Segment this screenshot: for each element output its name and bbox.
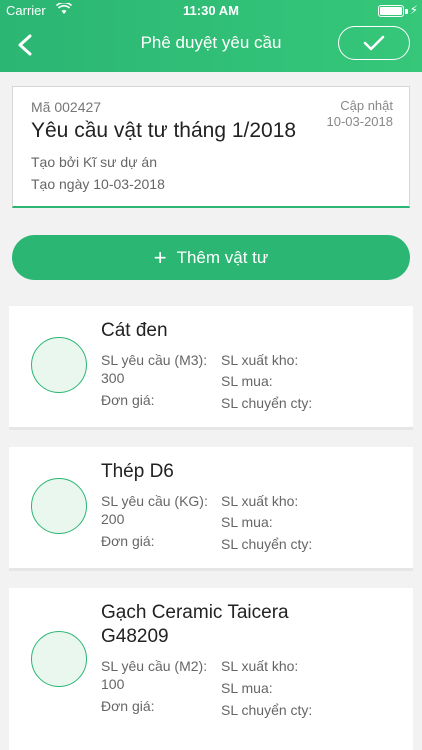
item-qty-value: 200	[101, 511, 125, 527]
approve-button[interactable]	[338, 26, 410, 60]
list-item[interactable]: Thép D6 SL yêu cầu (KG): 200 Đơn giá: SL…	[9, 447, 413, 571]
status-bar: Carrier 11:30 AM ⚡	[0, 0, 422, 22]
item-qty-label: SL yêu cầu (M2):	[101, 658, 208, 674]
list-item[interactable]: Gạch Ceramic Taicera G48209 SL yêu cầu (…	[9, 588, 413, 750]
item-transfer-label: SL chuyển cty:	[221, 536, 313, 552]
item-qty-label: SL yêu cầu (KG):	[101, 493, 208, 509]
item-name-line2: G48209	[101, 626, 169, 647]
item-name: Gạch Ceramic Taicera	[101, 602, 289, 623]
item-price-label: Đơn giá:	[101, 392, 155, 408]
add-material-label: Thêm vật tư	[176, 247, 269, 267]
item-qty-label: SL yêu cầu (M3):	[101, 352, 208, 368]
item-qty-value: 100	[101, 676, 125, 692]
item-transfer-label: SL chuyển cty:	[221, 702, 313, 718]
updated-label: Cập nhật	[340, 98, 393, 113]
plus-icon: +	[153, 244, 167, 270]
item-price-label: Đơn giá:	[101, 533, 155, 549]
item-checkbox-circle[interactable]	[31, 337, 87, 393]
updated-date: 10-03-2018	[326, 114, 394, 129]
list-item[interactable]: Cát đen SL yêu cầu (M3): 300 Đơn giá: SL…	[9, 306, 413, 430]
item-qty-value: 300	[101, 370, 125, 386]
item-checkbox-circle[interactable]	[31, 478, 87, 534]
item-export-label: SL xuất kho:	[221, 352, 299, 368]
item-export-label: SL xuất kho:	[221, 658, 299, 674]
item-buy-label: SL mua:	[221, 373, 273, 389]
item-export-label: SL xuất kho:	[221, 493, 299, 509]
item-price-label: Đơn giá:	[101, 698, 155, 714]
status-time: 11:30 AM	[183, 3, 239, 18]
request-code: Mã 002427	[31, 99, 102, 115]
created-by: Tạo bởi Kĩ sư dự án	[31, 154, 157, 170]
item-name: Cát đen	[101, 320, 168, 341]
add-material-button[interactable]: + Thêm vật tư	[12, 235, 410, 280]
charging-icon: ⚡	[409, 3, 418, 17]
item-name: Thép D6	[101, 461, 174, 482]
nav-header: Carrier 11:30 AM ⚡ Phê duyệt yêu cầu	[0, 0, 422, 72]
request-info-card: Mã 002427 Yêu cầu vật tư tháng 1/2018 Cậ…	[12, 86, 410, 208]
battery-icon	[378, 5, 404, 17]
request-title: Yêu cầu vật tư tháng 1/2018	[31, 119, 297, 142]
created-date: Tạo ngày 10-03-2018	[31, 176, 165, 192]
item-buy-label: SL mua:	[221, 514, 273, 530]
battery-tip	[405, 9, 408, 14]
item-buy-label: SL mua:	[221, 680, 273, 696]
item-transfer-label: SL chuyển cty:	[221, 395, 313, 411]
item-checkbox-circle[interactable]	[31, 631, 87, 687]
checkmark-icon	[363, 35, 385, 51]
